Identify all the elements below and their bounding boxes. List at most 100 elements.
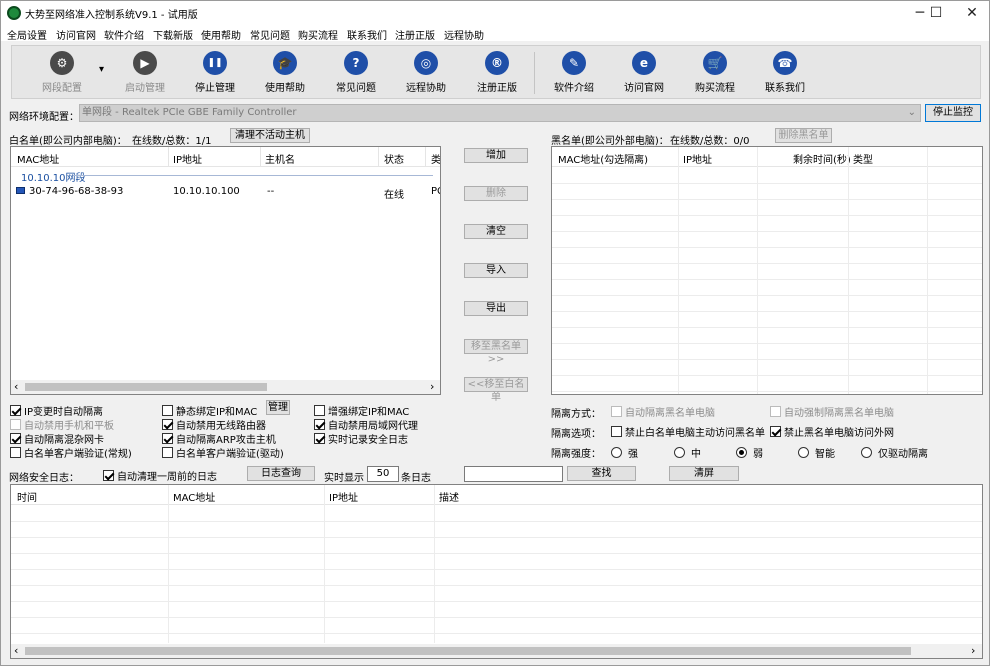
- disable-proxy-checkbox[interactable]: 自动禁用局域网代理: [314, 417, 418, 432]
- whitelist-table: MAC地址 IP地址 主机名 状态 类 10.10.10网段 30-74-96-…: [10, 146, 441, 395]
- column-header-ip[interactable]: IP地址: [329, 489, 358, 504]
- realtime-log-checkbox[interactable]: 实时记录安全日志: [314, 431, 408, 446]
- stop-monitor-button[interactable]: 停止监控: [925, 104, 981, 122]
- strength-smart-radio[interactable]: 智能: [798, 445, 835, 460]
- intro-button[interactable]: ✎ 软件介绍: [539, 51, 609, 94]
- column-header-ip[interactable]: IP地址: [173, 151, 202, 166]
- forbid-black-internet-checkbox[interactable]: 禁止黑名单电脑访问外网: [770, 424, 894, 439]
- row-type: PC: [431, 186, 440, 197]
- clean-inactive-button[interactable]: 清理不活动主机: [230, 128, 310, 143]
- menu-register[interactable]: 注册正版: [395, 27, 435, 42]
- static-bind-checkbox[interactable]: 静态绑定IP和MAC: [162, 403, 257, 418]
- config-dropdown-icon[interactable]: ▾: [99, 64, 104, 75]
- title-bar: 大势至网络准入控制系统V9.1 - 试用版 ─ ☐ ✕: [1, 1, 989, 25]
- table-row[interactable]: 30-74-96-68-38-93 10.10.10.100 -- 在线 PC: [11, 183, 440, 201]
- delete-button[interactable]: 删除: [464, 186, 528, 201]
- disable-wireless-checkbox[interactable]: 自动禁用无线路由器: [162, 417, 266, 432]
- contact-button[interactable]: ☎ 联系我们: [750, 51, 820, 94]
- export-button[interactable]: 导出: [464, 301, 528, 316]
- row-mac: 30-74-96-68-38-93: [29, 186, 124, 197]
- group-divider: [73, 175, 433, 176]
- menu-intro[interactable]: 软件介绍: [104, 27, 144, 42]
- find-button[interactable]: 查找: [567, 466, 636, 481]
- column-header-status[interactable]: 状态: [384, 151, 404, 166]
- faq-button[interactable]: ? 常见问题: [321, 51, 391, 94]
- enhanced-bind-checkbox[interactable]: 增强绑定IP和MAC: [314, 403, 409, 418]
- remote-button[interactable]: ◎ 远程协助: [391, 51, 461, 94]
- close-button[interactable]: ✕: [949, 1, 990, 25]
- strength-weak-radio[interactable]: 弱: [736, 445, 763, 460]
- ip-change-isolate-checkbox[interactable]: IP变更时自动隔离: [10, 403, 103, 418]
- menu-download[interactable]: 下载新版: [153, 27, 193, 42]
- menu-contact[interactable]: 联系我们: [347, 27, 387, 42]
- computer-icon: [16, 187, 25, 194]
- column-header-type[interactable]: 类: [431, 151, 440, 166]
- manage-button[interactable]: 管理: [266, 400, 290, 415]
- move-to-blacklist-button[interactable]: 移至黑名单>>: [464, 339, 528, 365]
- whitelist-title: 白名单(即公司内部电脑)：: [9, 136, 127, 147]
- force-isolate-black-checkbox[interactable]: 自动强制隔离黑名单电脑: [770, 404, 894, 419]
- start-button[interactable]: ▶ 启动管理: [110, 51, 180, 94]
- auto-isolate-black-checkbox[interactable]: 自动隔离黑名单电脑: [611, 404, 715, 419]
- column-header-mac[interactable]: MAC地址(勾选隔离): [558, 151, 648, 166]
- scroll-right-icon[interactable]: ›: [430, 380, 434, 393]
- row-ip: 10.10.10.100: [173, 186, 240, 197]
- menu-global-settings[interactable]: 全局设置: [7, 27, 47, 42]
- blacklist-title: 黑名单(即公司外部电脑)：: [551, 136, 669, 147]
- auto-clean-log-checkbox[interactable]: 自动清理一周前的日志: [103, 468, 217, 483]
- strength-driver-only-radio[interactable]: 仅驱动隔离: [861, 445, 928, 460]
- network-config-label: 网络环境配置：: [9, 112, 79, 123]
- column-header-mac[interactable]: MAC地址: [17, 151, 59, 166]
- stop-button[interactable]: ❚❚ 停止管理: [180, 51, 250, 94]
- website-button[interactable]: e 访问官网: [609, 51, 679, 94]
- clear-screen-button[interactable]: 清屏: [669, 466, 739, 481]
- menu-buy[interactable]: 购买流程: [298, 27, 338, 42]
- forbid-white-access-checkbox[interactable]: 禁止白名单电脑主动访问黑名单: [611, 424, 765, 439]
- column-header-type[interactable]: 类型: [853, 151, 873, 166]
- scroll-right-icon[interactable]: ›: [971, 644, 975, 657]
- pause-icon: ❚❚: [203, 51, 227, 75]
- help-button[interactable]: 🎓 使用帮助: [250, 51, 320, 94]
- network-group-label[interactable]: 10.10.10网段: [21, 169, 86, 184]
- disable-mobile-checkbox[interactable]: 自动禁用手机和平板: [10, 417, 114, 432]
- log-header: 时间 MAC地址 IP地址 描述: [11, 485, 982, 505]
- menu-website[interactable]: 访问官网: [56, 27, 96, 42]
- log-count-input[interactable]: 50: [367, 466, 399, 482]
- whitelist-hscroll[interactable]: ‹ ›: [11, 380, 440, 394]
- main-window: 大势至网络准入控制系统V9.1 - 试用版 ─ ☐ ✕ 全局设置 访问官网 软件…: [0, 0, 990, 666]
- scroll-left-icon[interactable]: ‹: [14, 380, 18, 393]
- register-button[interactable]: ® 注册正版: [462, 51, 532, 94]
- import-button[interactable]: 导入: [464, 263, 528, 278]
- column-header-time[interactable]: 时间: [17, 489, 37, 504]
- menu-remote[interactable]: 远程协助: [444, 27, 484, 42]
- log-search-input[interactable]: [464, 466, 563, 482]
- add-button[interactable]: 增加: [464, 148, 528, 163]
- log-hscroll[interactable]: ‹ ›: [11, 644, 982, 658]
- column-header-mac[interactable]: MAC地址: [173, 489, 215, 504]
- move-to-whitelist-button[interactable]: <<移至白名单: [464, 377, 528, 403]
- column-header-description[interactable]: 描述: [439, 489, 459, 504]
- menu-help[interactable]: 使用帮助: [201, 27, 241, 42]
- isolate-promisc-checkbox[interactable]: 自动隔离混杂网卡: [10, 431, 104, 446]
- config-button[interactable]: ⚙ 网段配置: [27, 51, 97, 94]
- strength-strong-radio[interactable]: 强: [611, 445, 638, 460]
- column-header-remaining[interactable]: 剩余时间(秒): [793, 151, 851, 166]
- delete-blacklist-button[interactable]: 删除黑名单: [775, 128, 832, 143]
- strength-medium-radio[interactable]: 中: [674, 445, 701, 460]
- menu-faq[interactable]: 常见问题: [250, 27, 290, 42]
- clear-button[interactable]: 清空: [464, 224, 528, 239]
- scroll-thumb[interactable]: [25, 647, 911, 655]
- scroll-thumb[interactable]: [25, 383, 267, 391]
- client-auth-normal-checkbox[interactable]: 白名单客户端验证(常规): [10, 445, 132, 460]
- isolate-arp-checkbox[interactable]: 自动隔离ARP攻击主机: [162, 431, 276, 446]
- column-header-ip[interactable]: IP地址: [683, 151, 712, 166]
- client-auth-driver-checkbox[interactable]: 白名单客户端验证(驱动): [162, 445, 284, 460]
- scroll-left-icon[interactable]: ‹: [14, 644, 18, 657]
- column-header-hostname[interactable]: 主机名: [265, 151, 295, 166]
- network-config-select[interactable]: 单网段 - Realtek PCIe GBE Family Controller…: [79, 104, 921, 122]
- registered-icon: ®: [485, 51, 509, 75]
- isolation-option-label: 隔离选项：: [551, 429, 601, 440]
- buy-button[interactable]: 🛒 购买流程: [680, 51, 750, 94]
- log-query-button[interactable]: 日志查询: [247, 466, 315, 481]
- question-icon: ?: [344, 51, 368, 75]
